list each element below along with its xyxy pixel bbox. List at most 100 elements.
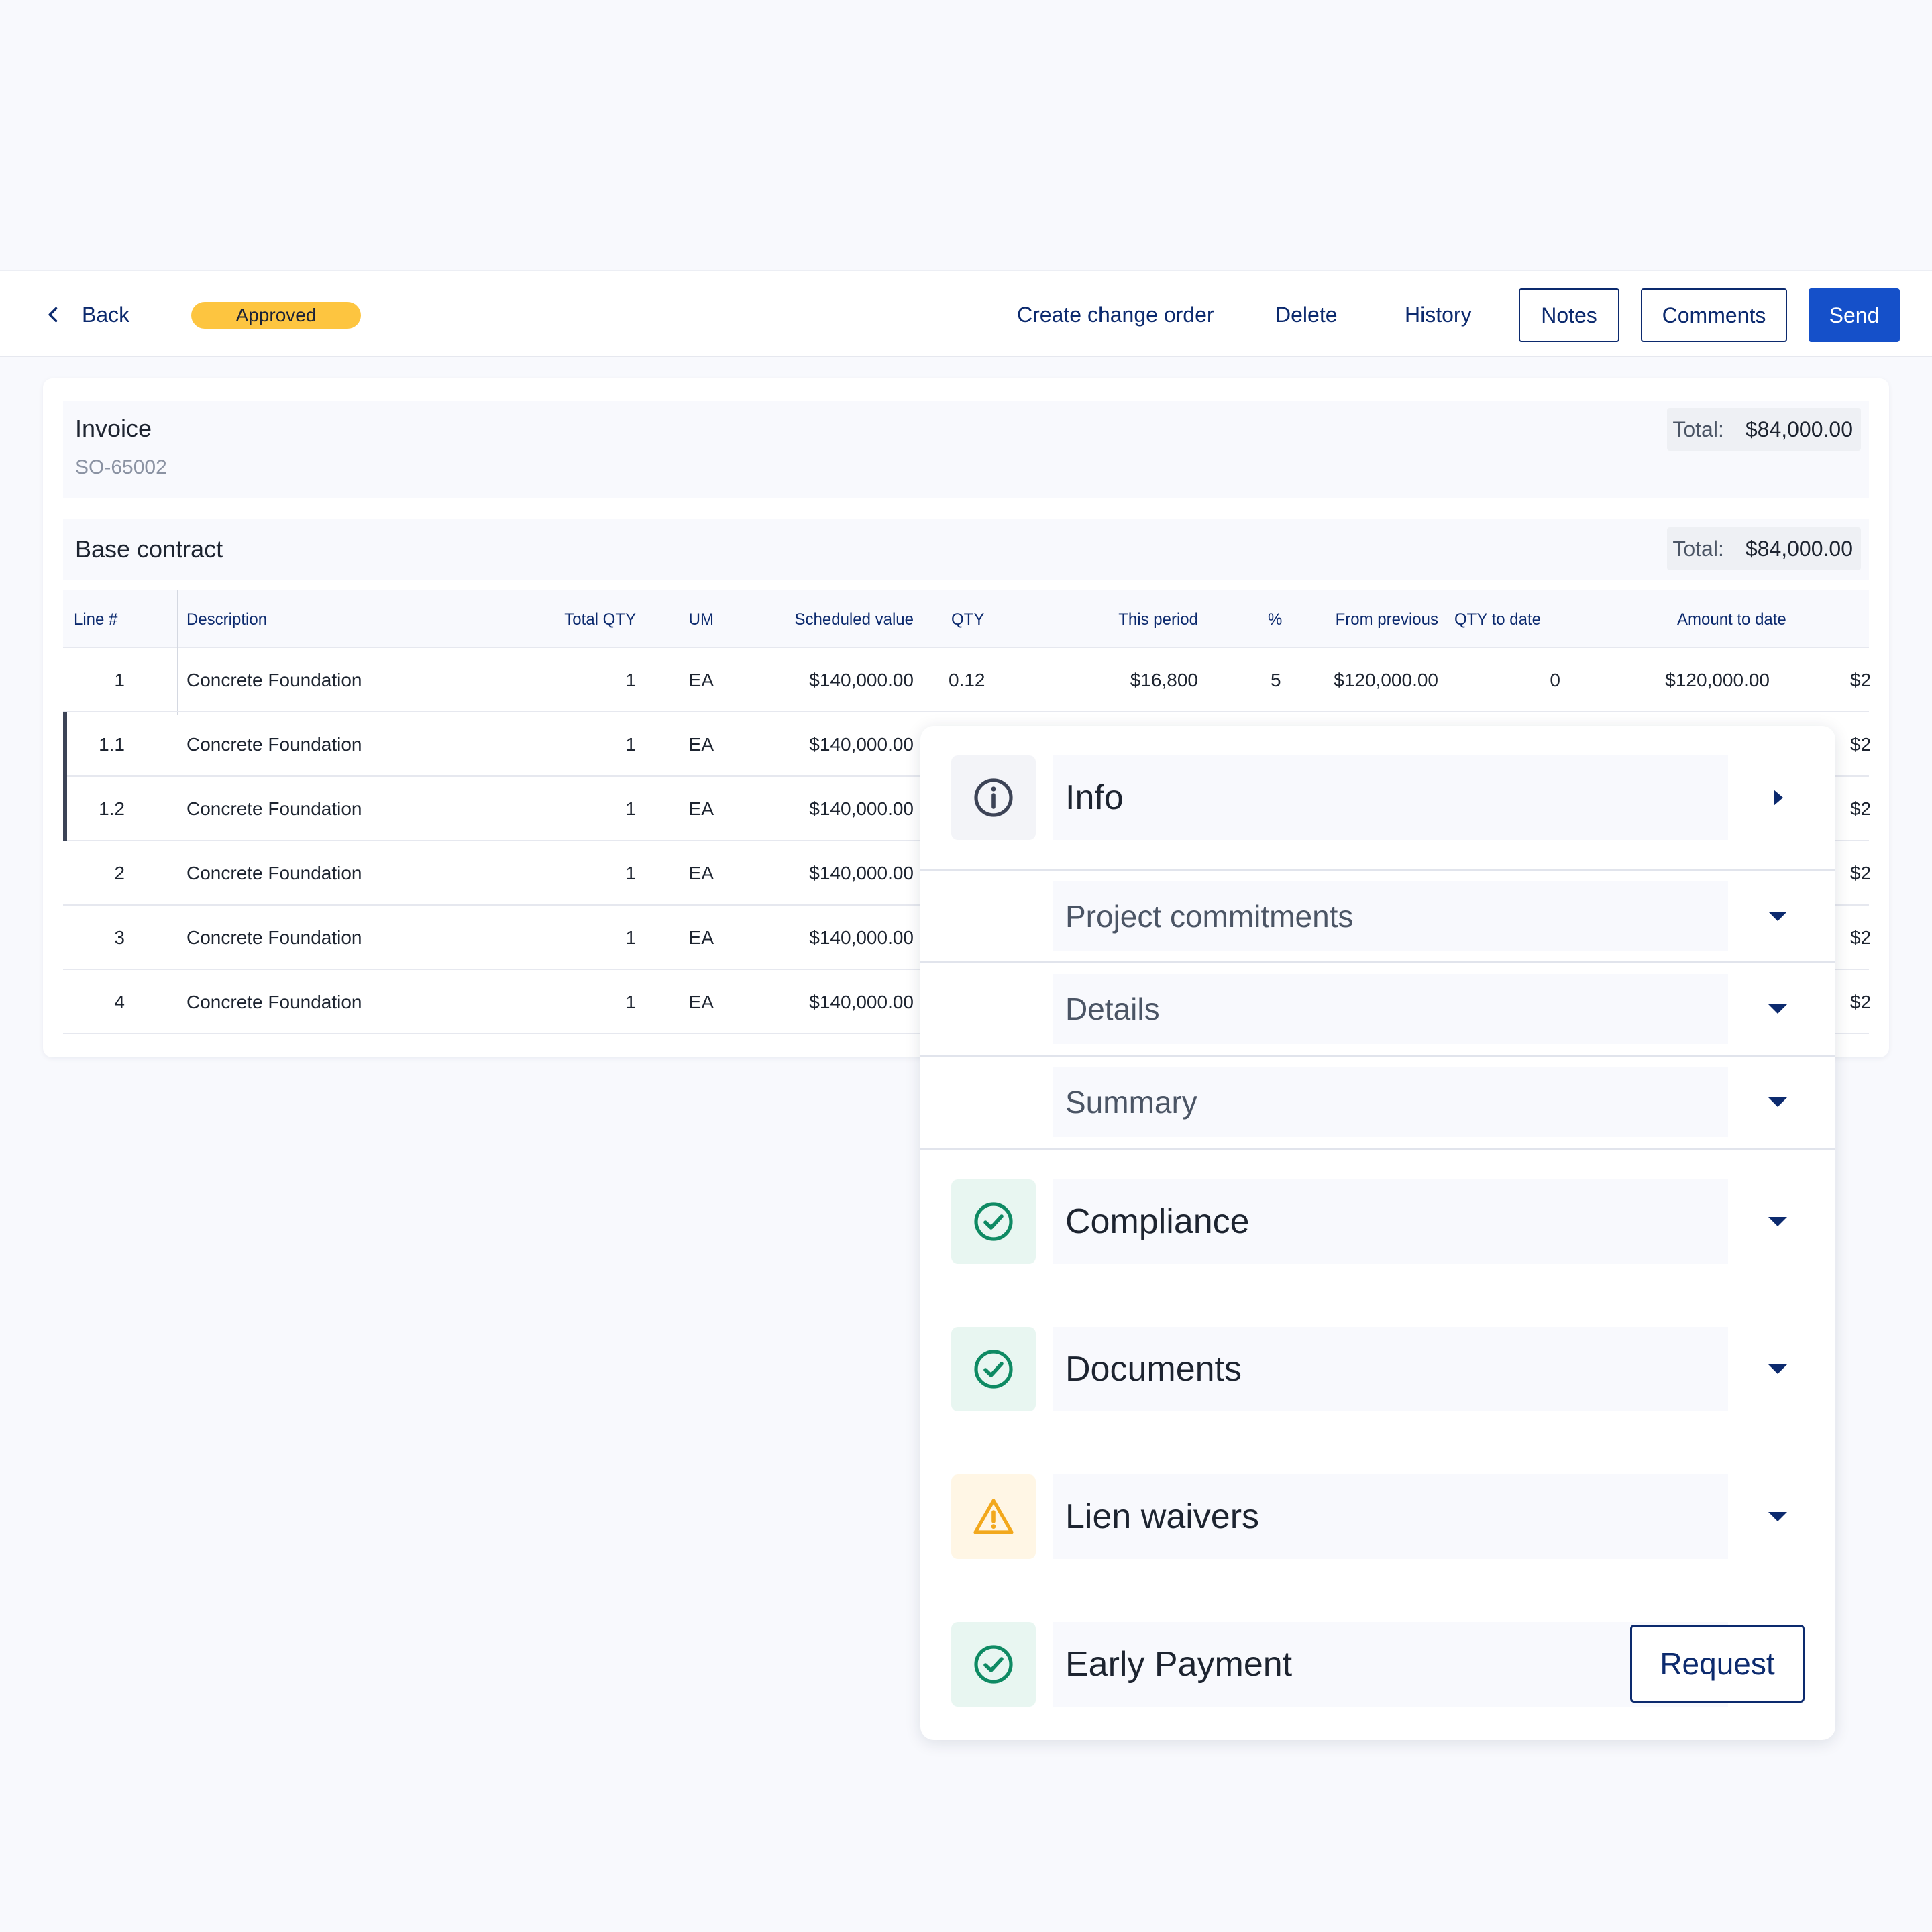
panel-section-title: Lien waivers [1053,1474,1728,1559]
column-header[interactable]: QTY [951,610,984,629]
request-early-payment-button[interactable]: Request [1630,1625,1805,1703]
notes-button[interactable]: Notes [1519,288,1619,342]
qty-to-date-cell: 0 [1550,669,1560,690]
toolbar: Back Approved Create change order Delete… [0,270,1932,357]
chevron-down-icon[interactable] [1767,906,1788,927]
line-number: 1.1 [99,734,125,755]
truncated-cell: $2 [1850,669,1872,690]
base-contract-total-label: Total: [1672,536,1724,561]
total-qty-cell: 1 [625,991,636,1012]
base-contract-total: Total: $84,000.00 [1667,527,1861,570]
chevron-down-icon[interactable] [1767,1358,1788,1380]
panel-section-title: Details [1053,974,1728,1044]
column-header[interactable]: QTY to date [1454,610,1541,629]
panel-section-lien-waivers[interactable]: Lien waivers [920,1445,1835,1593]
description-cell: Concrete Foundation [186,798,362,819]
column-header[interactable]: This period [1118,610,1198,629]
description-cell: Concrete Foundation [186,863,362,883]
this-period-cell: $16,800 [1130,669,1198,690]
column-header[interactable]: Amount to date [1677,610,1786,629]
invoice-side-panel: Info Project commitments Details Summary… [920,726,1835,1740]
um-cell: EA [688,927,714,948]
create-change-order-button[interactable]: Create change order [1017,299,1214,330]
chevron-down-icon[interactable] [1767,1091,1788,1113]
info-icon [974,778,1013,817]
warning-icon [973,1499,1014,1534]
scheduled-value-cell: $140,000.00 [809,734,914,755]
line-number: 1 [114,669,125,690]
back-button[interactable]: Back [44,299,129,330]
column-header[interactable]: UM [689,610,714,629]
column-header[interactable]: Total QTY [564,610,636,629]
truncated-cell: $2 [1850,991,1872,1012]
total-qty-cell: 1 [625,734,636,755]
description-cell: Concrete Foundation [186,991,362,1012]
column-header[interactable]: Line # [74,610,117,629]
truncated-cell: $2 [1850,798,1872,819]
invoice-total: Total: $84,000.00 [1667,408,1861,451]
invoice-total-value: $84,000.00 [1745,417,1853,441]
scheduled-value-cell: $140,000.00 [809,798,914,819]
sub-line-indicator [63,712,67,841]
description-cell: Concrete Foundation [186,927,362,948]
total-qty-cell: 1 [625,927,636,948]
invoice-number: SO-65002 [75,456,167,478]
column-header[interactable]: From previous [1336,610,1438,629]
chevron-down-icon[interactable] [1767,1506,1788,1527]
total-qty-cell: 1 [625,669,636,690]
table-row[interactable]: 1 Concrete Foundation 1 EA $140,000.00 0… [63,648,1872,712]
invoice-title: Invoice [75,415,152,442]
from-previous-cell: $120,000.00 [1334,669,1438,690]
percent-cell: 5 [1271,669,1281,690]
comments-button[interactable]: Comments [1641,288,1787,342]
um-cell: EA [688,734,714,755]
scheduled-value-cell: $140,000.00 [809,927,914,948]
panel-section-early-payment: Early Payment Request [920,1593,1835,1740]
qty-cell[interactable]: 0.12 [949,669,985,691]
line-number: 3 [114,927,125,948]
chevron-right-icon[interactable] [1767,787,1788,808]
invoice-summary: Invoice SO-65002 Total: $84,000.00 [63,401,1869,498]
amount-to-date-cell: $120,000.00 [1665,669,1770,690]
history-button[interactable]: History [1405,299,1472,330]
lien-waivers-status [951,1474,1036,1559]
line-number: 2 [114,863,125,883]
column-header[interactable]: % [1268,610,1282,629]
info-icon-box [951,755,1036,840]
um-cell: EA [688,991,714,1012]
panel-section-summary[interactable]: Summary [920,1057,1835,1150]
panel-section-info[interactable]: Info [920,726,1835,871]
panel-section-documents[interactable]: Documents [920,1297,1835,1445]
truncated-cell: $2 [1850,734,1872,755]
panel-section-details[interactable]: Details [920,963,1835,1057]
description-cell: Concrete Foundation [186,669,362,690]
total-qty-cell: 1 [625,798,636,819]
panel-section-title: Compliance [1053,1179,1728,1264]
panel-section-compliance[interactable]: Compliance [920,1150,1835,1297]
invoice-total-label: Total: [1672,417,1724,441]
table-header: Line # Description Total QTY UM Schedule… [63,590,1869,648]
line-number: 1.2 [99,798,125,819]
panel-section-project-commitments[interactable]: Project commitments [920,871,1835,963]
chevron-down-icon[interactable] [1767,998,1788,1020]
total-qty-cell: 1 [625,863,636,883]
um-cell: EA [688,863,714,883]
panel-section-title: Documents [1053,1327,1728,1411]
panel-section-title: Project commitments [1053,881,1728,951]
chevron-left-icon [48,307,58,323]
panel-section-title: Info [1053,755,1728,840]
chevron-down-icon[interactable] [1767,1211,1788,1232]
base-contract-total-value: $84,000.00 [1745,536,1853,561]
panel-section-title: Summary [1053,1067,1728,1137]
back-label: Back [82,302,130,327]
send-button[interactable]: Send [1809,288,1900,342]
scheduled-value-cell: $140,000.00 [809,863,914,883]
delete-button[interactable]: Delete [1275,299,1338,330]
column-header[interactable]: Scheduled value [795,610,914,629]
truncated-cell: $2 [1850,927,1872,948]
um-cell: EA [688,669,714,690]
base-contract-header: Base contract Total: $84,000.00 [63,519,1869,580]
column-header[interactable]: Description [186,610,267,629]
scheduled-value-cell: $140,000.00 [809,991,914,1012]
compliance-status [951,1179,1036,1264]
